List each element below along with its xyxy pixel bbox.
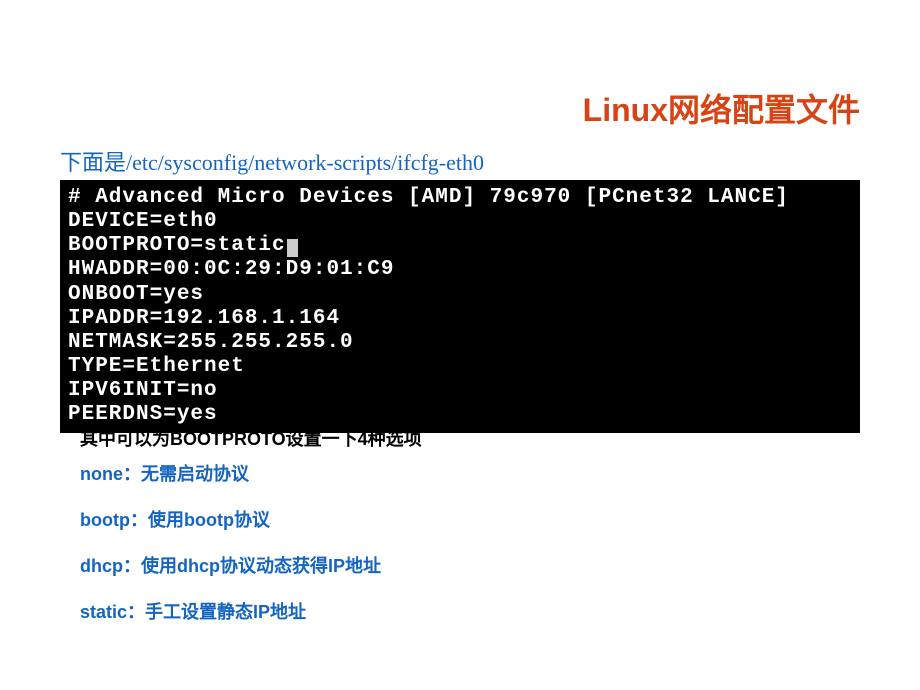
terminal-line: # Advanced Micro Devices [AMD] 79c970 [P…	[68, 186, 852, 210]
terminal-output: # Advanced Micro Devices [AMD] 79c970 [P…	[60, 180, 860, 433]
option-none: none：无需启动协议	[80, 460, 381, 486]
file-path-subtitle: 下面是/etc/sysconfig/network-scripts/ifcfg-…	[60, 145, 484, 177]
terminal-line: ONBOOT=yes	[68, 283, 852, 307]
terminal-line: NETMASK=255.255.255.0	[68, 331, 852, 355]
options-description: 其中可以为BOOTPROTO设置一下4种选项	[80, 425, 422, 451]
cursor-icon	[287, 239, 298, 257]
terminal-line: DEVICE=eth0	[68, 210, 852, 234]
terminal-line: HWADDR=00:0C:29:D9:01:C9	[68, 258, 852, 282]
page-title: Linux网络配置文件	[583, 85, 860, 131]
terminal-line: PEERDNS=yes	[68, 403, 852, 427]
option-bootp: bootp：使用bootp协议	[80, 506, 381, 532]
option-dhcp: dhcp：使用dhcp协议动态获得IP地址	[80, 552, 381, 578]
terminal-line: IPADDR=192.168.1.164	[68, 307, 852, 331]
terminal-line: IPV6INIT=no	[68, 379, 852, 403]
options-list: none：无需启动协议 bootp：使用bootp协议 dhcp：使用dhcp协…	[80, 460, 381, 644]
option-static: static：手工设置静态IP地址	[80, 598, 381, 624]
terminal-line: BOOTPROTO=static	[68, 234, 852, 258]
terminal-line: TYPE=Ethernet	[68, 355, 852, 379]
